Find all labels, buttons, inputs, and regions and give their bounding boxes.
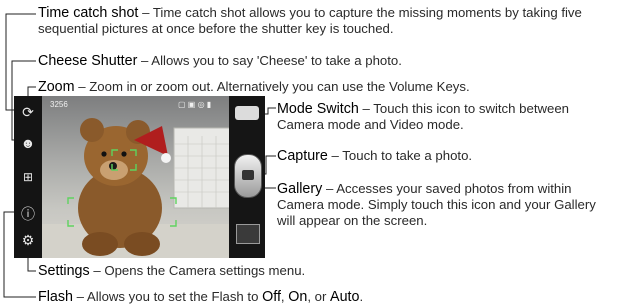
annotation-capture: Capture – Touch to take a photo. bbox=[277, 148, 472, 164]
time-catch-icon[interactable]: ⟳ bbox=[17, 104, 39, 121]
gallery-thumbnail-icon[interactable] bbox=[236, 224, 260, 244]
cheese-shutter-icon[interactable]: ☻ bbox=[17, 135, 39, 151]
flash-text: – Allows you to set the Flash to bbox=[76, 289, 263, 304]
flash-sep2: , or bbox=[307, 289, 331, 304]
gallery-line2: Camera mode. Simply touch this icon and … bbox=[277, 197, 596, 212]
camera-manual-page: ⟳ ☻ ⊞ ⓘ ⚙ 3256 ▢ ▣ ◎ ▮ Time catch shot –… bbox=[0, 0, 625, 305]
cheese-text: – Allows you to say 'Cheese' to take a p… bbox=[141, 53, 402, 68]
camera-screen: ⟳ ☻ ⊞ ⓘ ⚙ 3256 ▢ ▣ ◎ ▮ bbox=[14, 96, 264, 258]
left-toolbar: ⟳ ☻ ⊞ ⓘ ⚙ bbox=[14, 96, 42, 258]
zoom-title: Zoom bbox=[38, 79, 75, 95]
annotation-cheese: Cheese Shutter – Allows you to say 'Chee… bbox=[38, 53, 402, 69]
annotation-zoom: Zoom – Zoom in or zoom out. Alternativel… bbox=[38, 79, 470, 95]
capture-text: – Touch to take a photo. bbox=[331, 148, 473, 163]
annotation-gallery: Gallery – Accesses your saved photos fro… bbox=[277, 181, 596, 229]
annotation-time-catch: Time catch shot – Time catch shot allows… bbox=[38, 5, 623, 37]
time-catch-line2: sequential pictures at once before the s… bbox=[38, 21, 394, 36]
flash-icon[interactable]: ⓘ bbox=[17, 204, 39, 224]
right-toolbar bbox=[229, 96, 265, 258]
remaining-shots: 3256 bbox=[50, 100, 68, 109]
shutter-icon[interactable] bbox=[234, 154, 262, 198]
time-catch-line1: – Time catch shot allows you to capture … bbox=[142, 5, 582, 20]
mode-switch-line1: – Touch this icon to switch between bbox=[362, 101, 570, 116]
gallery-line1: – Accesses your saved photos from within bbox=[325, 181, 572, 196]
gallery-title: Gallery bbox=[277, 181, 323, 197]
zoom-text: – Zoom in or zoom out. Alternatively you… bbox=[78, 79, 470, 94]
capture-title: Capture bbox=[277, 148, 328, 164]
mode-switch-line2: Camera mode and Video mode. bbox=[277, 117, 464, 132]
status-icons: ▢ ▣ ◎ ▮ bbox=[178, 100, 212, 109]
settings-text: – Opens the Camera settings menu. bbox=[93, 263, 306, 278]
annotation-settings: Settings – Opens the Camera settings men… bbox=[38, 263, 305, 279]
time-catch-title: Time catch shot bbox=[38, 5, 139, 21]
mode-switch-title: Mode Switch bbox=[277, 101, 359, 117]
gear-icon[interactable]: ⚙ bbox=[17, 232, 39, 249]
flash-end: . bbox=[359, 289, 364, 304]
annotation-mode-switch: Mode Switch – Touch this icon to switch … bbox=[277, 101, 569, 133]
gallery-line3: will appear on the screen. bbox=[277, 213, 428, 228]
camera-mode-icon[interactable] bbox=[235, 106, 259, 120]
cheese-title: Cheese Shutter bbox=[38, 53, 138, 69]
settings-title: Settings bbox=[38, 263, 90, 279]
zoom-icon[interactable]: ⊞ bbox=[17, 170, 39, 184]
